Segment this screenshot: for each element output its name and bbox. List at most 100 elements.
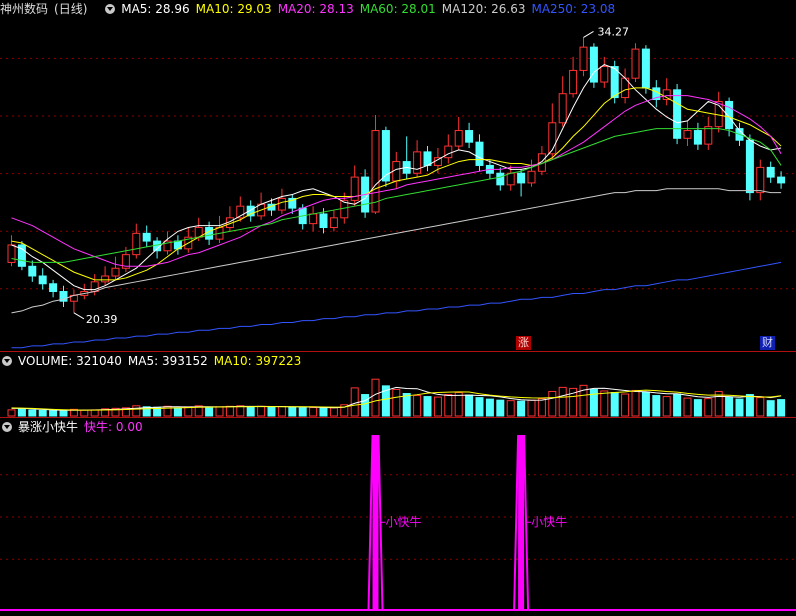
candle-body: [683, 130, 692, 139]
signal-bar: [372, 436, 379, 610]
candle-body: [413, 151, 422, 174]
signal-label: 小快牛: [531, 514, 567, 529]
volume-bar: [7, 409, 16, 417]
volume-ma10: MA10: 397223: [213, 354, 302, 368]
candle-body: [329, 217, 338, 229]
volume-bar: [329, 407, 338, 417]
volume-bar: [465, 394, 474, 417]
volume-bar: [662, 396, 671, 417]
candle-body: [745, 139, 754, 194]
volume-bar: [17, 408, 26, 417]
candle-body: [756, 166, 765, 194]
candle-body: [444, 145, 453, 159]
volume-bar: [589, 388, 598, 417]
volume-bar: [225, 405, 234, 417]
volume-bar: [537, 398, 546, 417]
candle-body: [111, 267, 120, 277]
candle-body: [465, 130, 474, 143]
ma-label: MA60: 28.01: [359, 2, 436, 16]
volume-bar: [361, 394, 370, 417]
candle-body: [704, 126, 713, 145]
candle-body: [673, 89, 682, 139]
indicator-header: 暴涨小快牛 快牛: 0.00: [0, 418, 149, 436]
volume-bar: [745, 394, 754, 417]
dropdown-icon[interactable]: [2, 355, 12, 366]
candle-body: [693, 130, 702, 145]
volume-bar: [205, 406, 214, 417]
volume-bar: [506, 400, 515, 417]
volume-bar: [610, 391, 619, 417]
min-label: 20.39: [86, 313, 118, 326]
volume-bar: [90, 409, 99, 417]
candle-body: [49, 283, 58, 293]
volume-bar: [652, 395, 661, 417]
candle-body: [579, 46, 588, 71]
dropdown-icon[interactable]: [2, 421, 12, 432]
indicator-chart[interactable]: 小快牛 小快牛: [0, 418, 796, 616]
volume-bar: [309, 407, 318, 417]
volume-bar: [756, 397, 765, 417]
price-panel[interactable]: 神州数码 (日线) MA5: 28.96 MA10: 29.03 MA20: 28.1…: [0, 0, 796, 352]
price-header: 神州数码 (日线) MA5: 28.96 MA10: 29.03 MA20: 28.1…: [0, 0, 627, 18]
volume-bar: [246, 406, 255, 417]
volume-panel[interactable]: VOLUME: 321040 MA5: 393152 MA10: 397223: [0, 352, 796, 418]
candle-body: [496, 172, 505, 186]
candle-body: [7, 244, 16, 263]
volume-bar: [641, 391, 650, 417]
candle-body: [309, 213, 318, 225]
cai-marker[interactable]: 财: [760, 336, 775, 350]
volume-bar: [184, 406, 193, 417]
volume-value: VOLUME: 321040: [18, 354, 122, 368]
volume-bar: [621, 393, 630, 417]
volume-bar: [28, 409, 37, 417]
max-label: 34.27: [598, 25, 630, 38]
max-marker: [583, 31, 594, 38]
dropdown-icon[interactable]: [105, 3, 116, 14]
candle-body: [132, 232, 141, 256]
volume-bar: [496, 399, 505, 417]
candle-body: [475, 141, 484, 166]
volume-bar: [132, 405, 141, 417]
zhang-marker[interactable]: 涨: [516, 336, 531, 350]
volume-bar: [683, 397, 692, 417]
signal-label: 小快牛: [386, 514, 422, 529]
candle-body: [766, 166, 775, 178]
volume-bar: [631, 389, 640, 417]
volume-bar: [371, 378, 380, 417]
candlestick-chart[interactable]: 34.27 20.39: [0, 0, 796, 352]
volume-bar: [298, 407, 307, 417]
volume-bar: [766, 400, 775, 417]
volume-bar: [38, 409, 47, 417]
volume-bar: [548, 390, 557, 417]
ma-label: MA120: 26.63: [441, 2, 526, 16]
stock-title[interactable]: 神州数码 (日线): [0, 2, 93, 16]
candle-body: [725, 100, 734, 130]
volume-bar: [413, 395, 422, 417]
candle-body: [277, 197, 286, 211]
period-label: (日线): [54, 2, 88, 16]
volume-bar: [704, 398, 713, 417]
ma-label: MA10: 29.03: [195, 2, 272, 16]
volume-bar: [215, 406, 224, 417]
candle-body: [631, 48, 640, 79]
volume-bar: [735, 398, 744, 417]
candle-body: [558, 93, 567, 124]
candle-body: [454, 130, 463, 147]
volume-bar: [600, 390, 609, 417]
indicator-value: 快牛: 0.00: [84, 420, 143, 434]
volume-bar: [485, 398, 494, 417]
volume-header: VOLUME: 321040 MA5: 393152 MA10: 397223: [0, 352, 307, 370]
stock-name: 神州数码: [0, 2, 49, 16]
volume-bar: [49, 410, 58, 417]
candle-body: [569, 69, 578, 95]
volume-ma5: MA5: 393152: [127, 354, 208, 368]
ma-label: MA250: 23.08: [531, 2, 616, 16]
volume-bar: [402, 393, 411, 417]
volume-bar: [433, 396, 442, 417]
volume-bar: [725, 396, 734, 417]
volume-bar: [558, 386, 567, 417]
indicator-panel[interactable]: 暴涨小快牛 快牛: 0.00 小快牛 小快牛: [0, 418, 796, 616]
candle-body: [777, 176, 786, 184]
volume-bar: [173, 407, 182, 417]
min-marker: [73, 312, 85, 320]
